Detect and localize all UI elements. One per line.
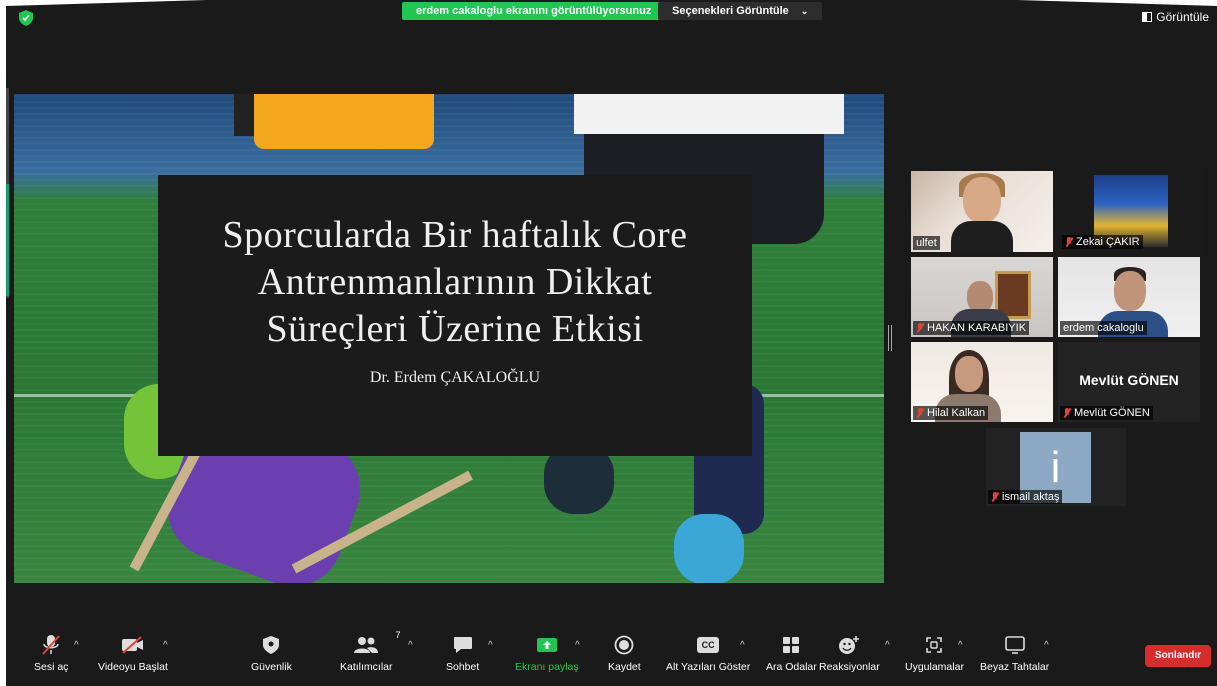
participant-name: ulfet bbox=[916, 237, 937, 249]
slide-subtitle: Dr. Erdem ÇAKALOĞLU bbox=[369, 369, 541, 386]
closed-captions-icon: CC bbox=[697, 637, 720, 653]
participant-name-tag: ulfet bbox=[913, 236, 940, 250]
record-icon bbox=[614, 635, 634, 655]
participant-tile[interactable]: ulfet bbox=[911, 171, 1053, 252]
participants-label: Katılımcılar bbox=[340, 661, 393, 673]
chat-icon bbox=[453, 637, 472, 653]
share-screen-icon bbox=[536, 638, 557, 652]
reactions-label: Reaksiyonlar bbox=[819, 661, 880, 673]
apps-label: Uygulamalar bbox=[905, 661, 964, 673]
participant-tile[interactable]: i ismail aktaş bbox=[986, 428, 1126, 506]
share-screen-label: Ekranı paylaş bbox=[515, 661, 579, 673]
top-left-edge bbox=[6, 0, 206, 6]
chevron-down-icon: ⌄ bbox=[800, 6, 809, 16]
end-meeting-button[interactable]: Sonlandır bbox=[1145, 645, 1211, 667]
photo-shoe-blue bbox=[674, 514, 744, 583]
captions-label: Alt Yazıları Göster bbox=[666, 661, 751, 673]
whiteboard-options-caret-icon[interactable]: ^ bbox=[1044, 640, 1049, 651]
video-options-caret-icon[interactable]: ^ bbox=[163, 640, 168, 651]
grid-view-icon bbox=[1142, 12, 1153, 22]
zoom-window: erdem cakaloglu ekranını görüntülüyorsun… bbox=[6, 0, 1217, 686]
reactions-smiley-icon bbox=[839, 636, 860, 654]
view-button-label: Görüntüle bbox=[1156, 10, 1209, 24]
share-options-caret-icon[interactable]: ^ bbox=[575, 640, 580, 651]
whiteboards-button[interactable]: Beyaz Tahtalar bbox=[980, 634, 1049, 673]
slide-title: Sporcularda Bir haftalık Core Antrenmanl… bbox=[158, 212, 752, 353]
slide-title-box: Sporcularda Bir haftalık Core Antrenmanl… bbox=[158, 175, 752, 456]
participant-tile-active-speaker[interactable]: Zekai ÇAKIR bbox=[1056, 169, 1203, 254]
muted-mic-icon bbox=[916, 408, 924, 418]
unmute-button[interactable]: Sesi aç bbox=[34, 634, 68, 673]
security-label: Güvenlik bbox=[251, 661, 292, 673]
participant-name-tag: HAKAN KARABIYIK bbox=[913, 321, 1030, 335]
participant-name: ismail aktaş bbox=[1002, 491, 1060, 503]
participant-tile[interactable]: Mevlüt GÖNEN Mevlüt GÖNEN bbox=[1058, 342, 1200, 422]
shield-security-icon bbox=[263, 636, 280, 654]
apps-button[interactable]: Uygulamalar bbox=[905, 634, 964, 673]
participant-name: HAKAN KARABIYIK bbox=[927, 322, 1027, 334]
slide-title-line: Sporcularda Bir haftalık Core bbox=[222, 214, 688, 256]
participant-name-tag: ismail aktaş bbox=[988, 490, 1063, 504]
side-panel-edge-accent bbox=[6, 184, 9, 296]
reactions-options-caret-icon[interactable]: ^ bbox=[885, 640, 890, 651]
shared-screen[interactable]: Sporcularda Bir haftalık Core Antrenmanl… bbox=[14, 94, 884, 583]
slide-title-line: Antrenmanlarının Dikkat bbox=[257, 261, 653, 303]
start-video-label: Videoyu Başlat bbox=[98, 661, 168, 673]
participant-name-tag: Mevlüt GÖNEN bbox=[1060, 406, 1153, 420]
participant-name-tag: Zekai ÇAKIR bbox=[1062, 235, 1143, 249]
participant-tile[interactable]: Hilal Kalkan bbox=[911, 342, 1053, 422]
top-right-edge bbox=[1017, 0, 1217, 6]
participant-tile[interactable]: HAKAN KARABIYIK bbox=[911, 257, 1053, 337]
breakout-rooms-icon bbox=[783, 637, 800, 653]
record-label: Kaydet bbox=[608, 661, 641, 673]
shield-icon[interactable] bbox=[19, 10, 33, 26]
participant-name: erdem cakaloglu bbox=[1063, 322, 1144, 334]
participants-icon bbox=[354, 637, 379, 653]
security-button[interactable]: Güvenlik bbox=[251, 634, 292, 673]
view-button[interactable]: Görüntüle bbox=[1142, 10, 1209, 24]
view-options-label: Seçenekleri Görüntüle bbox=[672, 5, 789, 17]
meeting-toolbar: Sesi aç ^ Videoyu Başlat ^ Güvenlik 7 Ka… bbox=[6, 626, 1217, 686]
participants-options-caret-icon[interactable]: ^ bbox=[408, 640, 413, 651]
start-video-button[interactable]: Videoyu Başlat bbox=[98, 634, 168, 673]
audio-options-caret-icon[interactable]: ^ bbox=[74, 640, 79, 651]
participant-name: Hilal Kalkan bbox=[927, 407, 986, 419]
participant-tile[interactable]: erdem cakaloglu bbox=[1058, 257, 1200, 337]
participant-display-name: Mevlüt GÖNEN bbox=[1079, 372, 1179, 388]
breakout-rooms-button[interactable]: Ara Odalar bbox=[766, 634, 817, 673]
photo-player-shirt bbox=[254, 94, 434, 149]
microphone-muted-icon bbox=[42, 635, 60, 655]
participant-name: Zekai ÇAKIR bbox=[1076, 236, 1140, 248]
share-screen-button[interactable]: Ekranı paylaş bbox=[515, 634, 579, 673]
camera-off-icon bbox=[121, 636, 143, 654]
muted-mic-icon bbox=[1065, 237, 1073, 247]
whiteboard-icon bbox=[1004, 636, 1025, 654]
view-options-button[interactable]: Seçenekleri Görüntüle ⌄ bbox=[658, 2, 823, 20]
photo-player-shirt-white bbox=[574, 94, 844, 134]
apps-icon bbox=[926, 637, 943, 653]
panel-resize-handle[interactable] bbox=[888, 325, 892, 351]
screen-share-banner: erdem cakaloglu ekranını görüntülüyorsun… bbox=[402, 2, 666, 20]
chat-button[interactable]: Sohbet bbox=[446, 634, 479, 673]
record-button[interactable]: Kaydet bbox=[608, 634, 641, 673]
muted-mic-icon bbox=[916, 323, 924, 333]
apps-options-caret-icon[interactable]: ^ bbox=[958, 640, 963, 651]
muted-mic-icon bbox=[1063, 408, 1071, 418]
participant-name: Mevlüt GÖNEN bbox=[1074, 407, 1150, 419]
participant-name-tag: erdem cakaloglu bbox=[1060, 321, 1147, 335]
unmute-label: Sesi aç bbox=[34, 661, 69, 673]
chat-label: Sohbet bbox=[446, 661, 480, 673]
muted-mic-icon bbox=[991, 492, 999, 502]
whiteboards-label: Beyaz Tahtalar bbox=[980, 661, 1050, 673]
reactions-button[interactable]: Reaksiyonlar bbox=[819, 634, 880, 673]
chat-options-caret-icon[interactable]: ^ bbox=[488, 640, 493, 651]
captions-options-caret-icon[interactable]: ^ bbox=[740, 640, 745, 651]
participants-button[interactable]: 7 Katılımcılar bbox=[340, 630, 401, 673]
participants-count: 7 bbox=[395, 630, 401, 640]
captions-button[interactable]: CC Alt Yazıları Göster bbox=[666, 634, 750, 673]
participant-name-tag: Hilal Kalkan bbox=[913, 406, 989, 420]
slide-title-line: Süreçleri Üzerine Etkisi bbox=[266, 308, 644, 350]
breakout-rooms-label: Ara Odalar bbox=[766, 661, 817, 673]
